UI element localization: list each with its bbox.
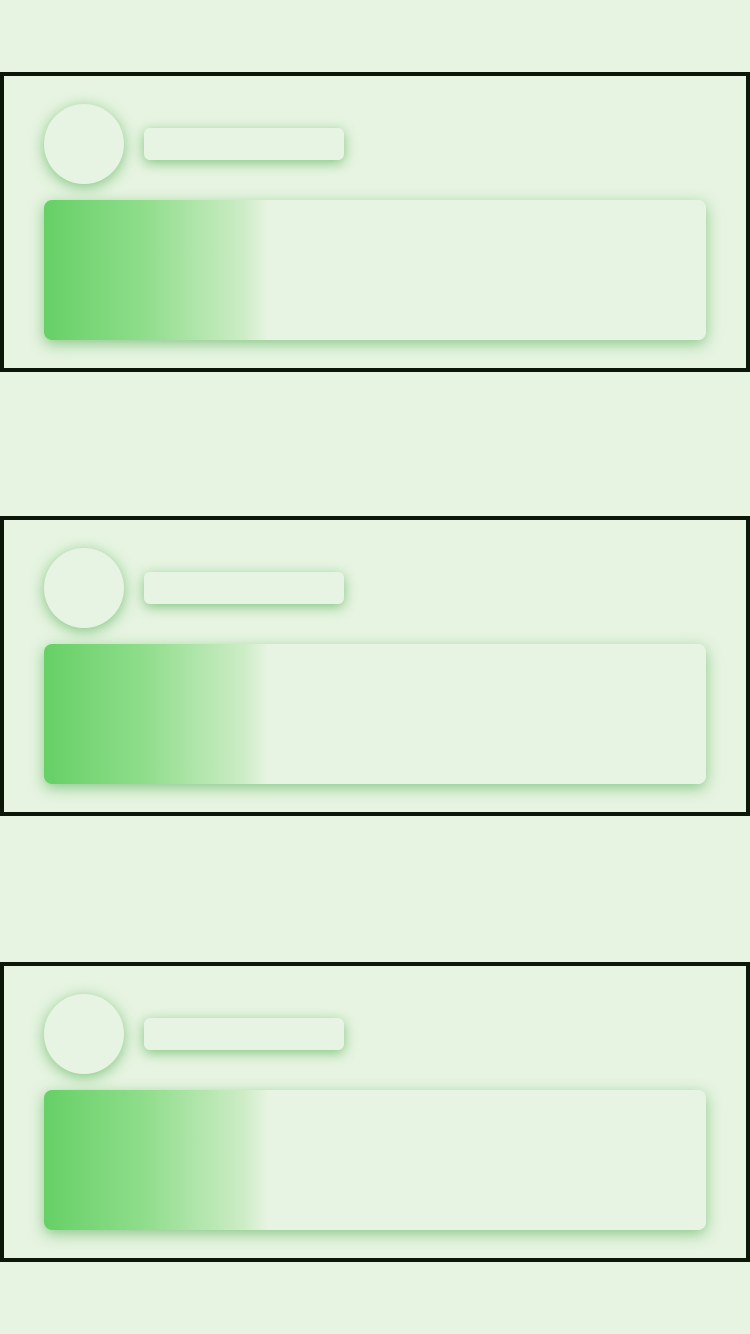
content-placeholder-shimmer bbox=[44, 1090, 706, 1230]
title-placeholder bbox=[144, 128, 344, 160]
avatar-placeholder bbox=[44, 994, 124, 1074]
content-placeholder-shimmer bbox=[44, 644, 706, 784]
title-placeholder bbox=[144, 1018, 344, 1050]
skeleton-card bbox=[0, 72, 750, 372]
avatar-placeholder bbox=[44, 104, 124, 184]
title-placeholder bbox=[144, 572, 344, 604]
skeleton-card bbox=[0, 962, 750, 1262]
content-placeholder-shimmer bbox=[44, 200, 706, 340]
avatar-placeholder bbox=[44, 548, 124, 628]
skeleton-card bbox=[0, 516, 750, 816]
